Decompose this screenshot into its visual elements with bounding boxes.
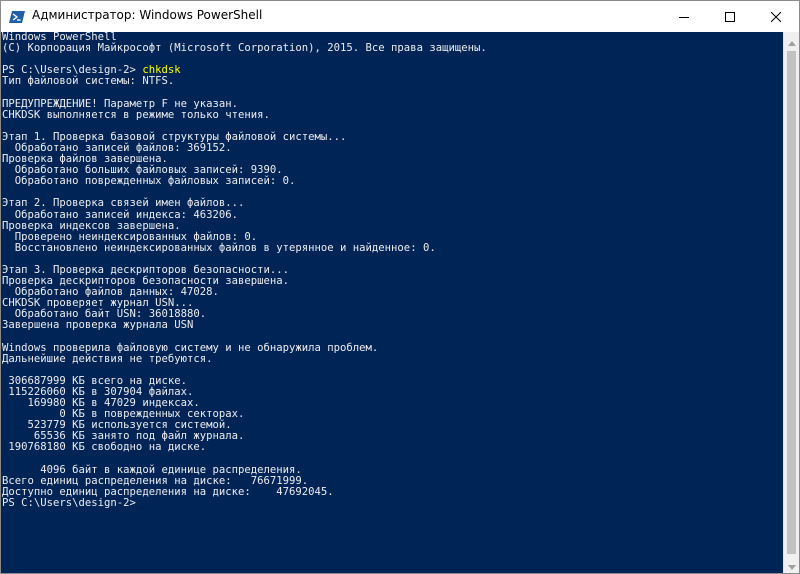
console-line: PS C:\Users\design-2> <box>2 496 136 509</box>
console-area[interactable]: Windows PowerShell (C) Корпорация Майкрос… <box>1 32 783 573</box>
powershell-window: Администратор: Windows PowerShell Window… <box>0 0 800 574</box>
chevron-up-icon <box>788 31 796 50</box>
scroll-down-button[interactable] <box>784 555 799 573</box>
console-line: Тип файловой системы: NTFS. <box>2 75 175 88</box>
console-line: 190768180 КБ свободно на диске. <box>2 441 207 454</box>
console-line: ПРЕДУПРЕЖДЕНИЕ! Параметр F не указан. <box>2 97 238 110</box>
window-title: Администратор: Windows PowerShell <box>32 8 263 22</box>
console-line: Обработано записей индекса: 463206. <box>2 208 238 221</box>
scroll-up-button[interactable] <box>784 31 799 50</box>
console-line: CHKDSK выполняется в режиме только чтени… <box>2 108 270 121</box>
scrollbar-thumb[interactable] <box>787 51 796 554</box>
console-line: Этап 2. Проверка связей имен файлов... <box>2 197 245 210</box>
console-line: Восстановлено неиндексированных файлов в… <box>2 241 436 254</box>
title-bar[interactable]: Администратор: Windows PowerShell <box>1 1 799 32</box>
console-output: Windows PowerShell (C) Корпорация Майкрос… <box>2 32 487 509</box>
maximize-button[interactable] <box>707 1 753 32</box>
close-icon <box>771 11 781 22</box>
console-line: Завершена проверка журнала USN <box>2 319 194 332</box>
console-line: Обработано поврежденных файловых записей… <box>2 175 296 188</box>
chevron-down-icon <box>788 555 796 573</box>
maximize-icon <box>725 11 735 22</box>
powershell-icon <box>9 9 25 25</box>
vertical-scrollbar[interactable] <box>783 32 799 573</box>
console-line: Дальнейшие действия не требуются. <box>2 352 213 365</box>
minimize-icon <box>679 12 689 22</box>
close-button[interactable] <box>753 1 799 32</box>
minimize-button[interactable] <box>661 1 707 32</box>
console-line: (C) Корпорация Майкрософт (Microsoft Cor… <box>2 42 487 55</box>
